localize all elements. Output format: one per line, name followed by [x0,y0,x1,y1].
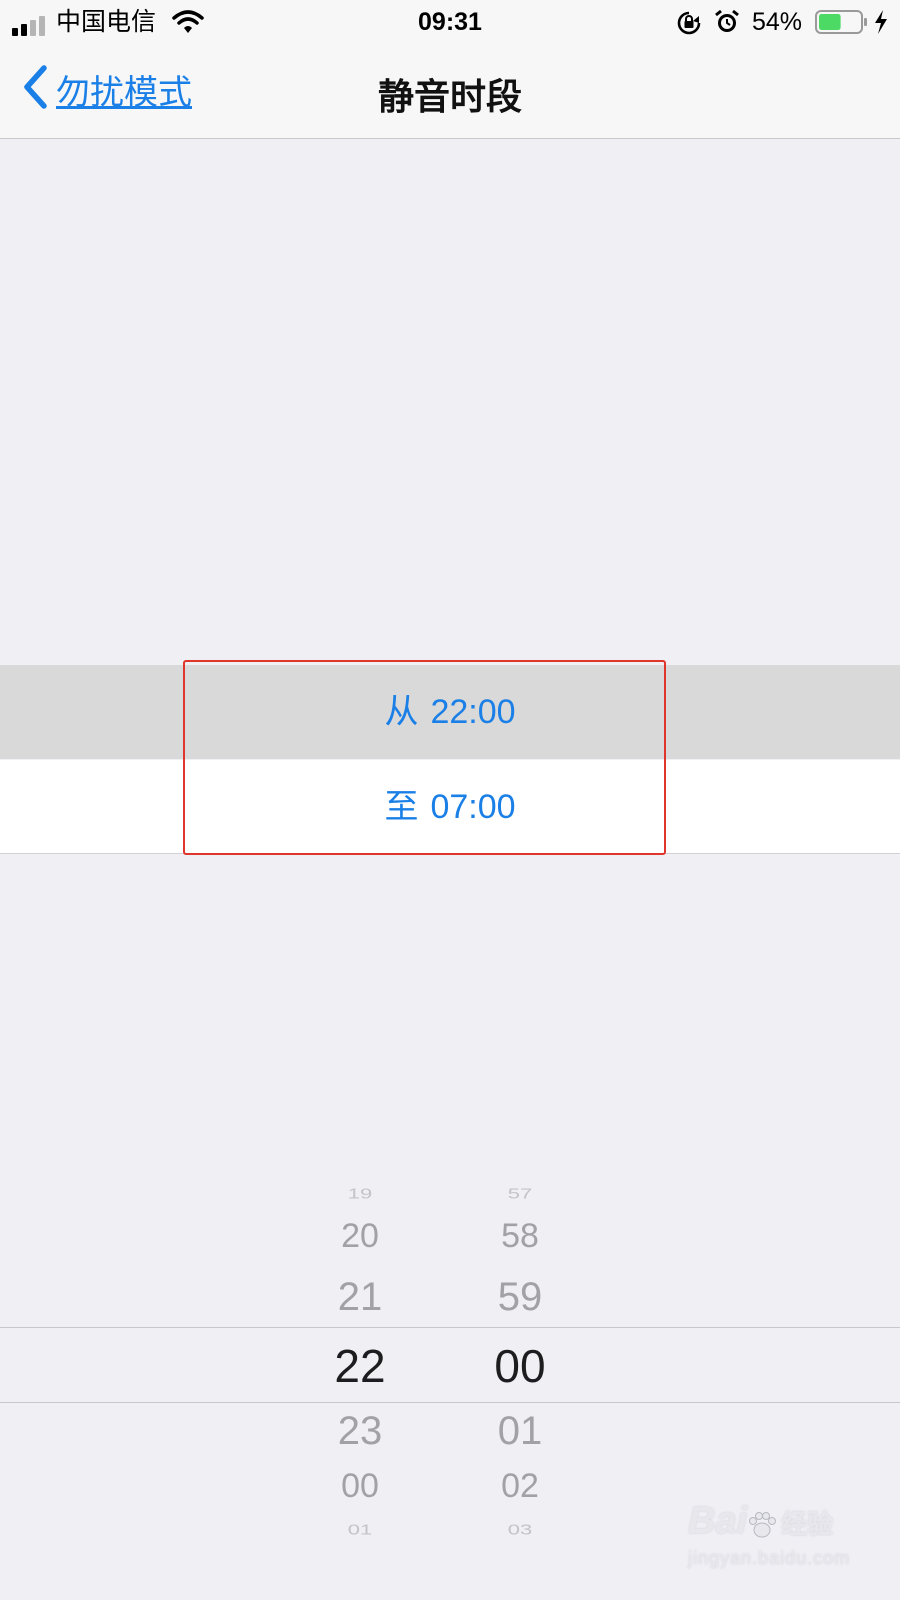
minute-option[interactable]: 57 [460,1186,580,1203]
minute-wheel[interactable]: 57 58 59 00 01 02 03 [460,1165,580,1565]
page-title: 静音时段 [377,76,522,117]
to-time-value: 07:00 [430,788,516,826]
rotation-lock-icon [676,10,702,44]
minute-option[interactable]: 58 [460,1217,580,1256]
alarm-icon [714,9,740,43]
hour-option[interactable]: 00 [300,1467,420,1506]
minute-option[interactable]: 59 [460,1275,580,1320]
from-time-row[interactable]: 从 22:00 [0,665,900,759]
watermark-url: jingyan.baidu.com [688,1548,851,1569]
baidu-watermark: Bai 经验 jingyan.baidu.com [688,1500,888,1590]
picker-selection-band [0,1327,900,1403]
hour-option[interactable]: 23 [300,1409,420,1454]
from-time-value: 22:00 [430,693,516,731]
hour-option[interactable]: 21 [300,1275,420,1320]
hour-option[interactable]: 20 [300,1217,420,1256]
charging-icon [873,9,889,43]
to-time-row[interactable]: 至 07:00 [0,760,900,854]
battery-percent: 54% [752,8,803,36]
from-prefix: 从 [384,693,419,731]
to-prefix: 至 [384,788,419,826]
watermark-suffix: 经验 [781,1509,834,1539]
hour-option[interactable]: 19 [300,1186,420,1203]
hour-wheel[interactable]: 19 20 21 22 23 00 01 [300,1165,420,1565]
navigation-bar: 勿扰模式 静音时段 [0,44,900,139]
minute-option[interactable]: 01 [460,1409,580,1454]
paw-icon [747,1511,777,1546]
minute-option[interactable]: 02 [460,1467,580,1506]
hour-option[interactable]: 01 [300,1522,420,1539]
status-bar: 中国电信 09:31 54% [0,0,900,44]
selected-hour[interactable]: 22 [300,1339,420,1393]
selected-minute[interactable]: 00 [460,1339,580,1393]
watermark-brand: Bai [688,1500,748,1542]
battery-icon [815,9,869,43]
minute-option[interactable]: 03 [460,1522,580,1539]
